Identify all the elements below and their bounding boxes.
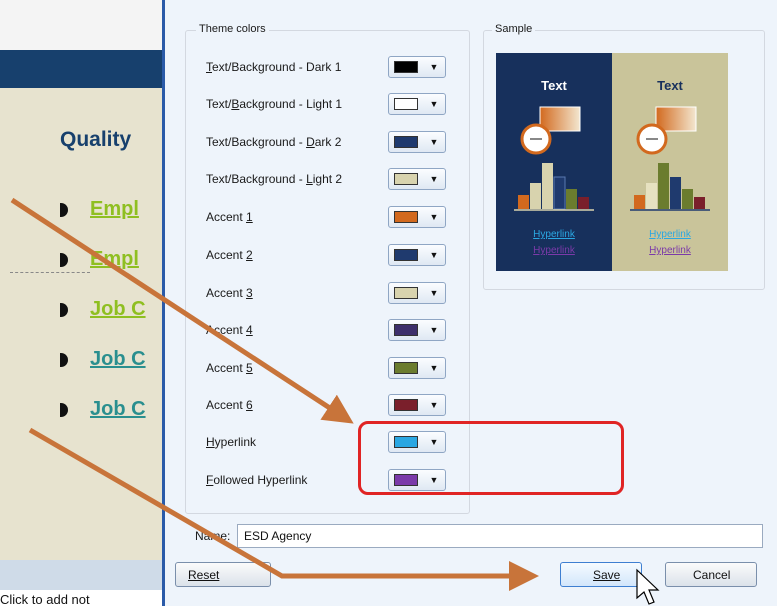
color-picker-accent-2[interactable]: ▼	[388, 244, 446, 266]
sample-hyperlink: Hyperlink	[649, 229, 691, 240]
sample-hyperlink: Hyperlink	[533, 229, 575, 240]
sample-label: Sample	[492, 23, 536, 35]
bullet-text: Job C	[90, 298, 146, 321]
bullet-text: Job C	[90, 398, 146, 421]
slide-body	[0, 88, 166, 560]
slide-bullet: Job C	[60, 348, 146, 371]
chevron-down-icon: ▼	[429, 325, 439, 335]
color-picker-accent-4[interactable]: ▼	[388, 319, 446, 341]
slide-bullet: Empl	[60, 248, 139, 271]
color-row-text-bg-dark1: Text/Background - Dark 1 ▼	[206, 56, 460, 78]
create-theme-colors-dialog: Theme colors Text/Background - Dark 1 ▼ …	[162, 0, 777, 606]
color-picker-accent-1[interactable]: ▼	[388, 206, 446, 228]
hyperlink-highlight-box	[358, 421, 624, 495]
notes-pane-text[interactable]: Click to add not	[0, 592, 170, 606]
color-picker-accent-3[interactable]: ▼	[388, 282, 446, 304]
slide-divider	[10, 272, 90, 273]
chevron-down-icon: ▼	[429, 62, 439, 72]
color-picker-text-bg-dark2[interactable]: ▼	[388, 131, 446, 153]
color-picker-text-bg-dark1[interactable]: ▼	[388, 56, 446, 78]
color-row-accent-1: Accent 1 ▼	[206, 206, 460, 228]
sample-text: Text	[657, 78, 683, 93]
sample-shapes-icon	[514, 106, 594, 211]
sample-followed-hyperlink: Hyperlink	[533, 245, 575, 256]
color-row-text-bg-light1: Text/Background - Light 1 ▼	[206, 93, 460, 115]
color-row-label: Text/Background - Light 1	[206, 97, 343, 111]
color-picker-accent-6[interactable]: ▼	[388, 394, 446, 416]
reset-button[interactable]: Reset	[175, 562, 271, 587]
color-swatch	[394, 173, 418, 185]
color-row-accent-6: Accent 6 ▼	[206, 394, 460, 416]
slide-title: Quality	[60, 128, 132, 151]
color-row-accent-2: Accent 2 ▼	[206, 244, 460, 266]
bullet-marker	[60, 302, 68, 317]
color-row-label: Accent 6	[206, 398, 253, 412]
color-picker-text-bg-light1[interactable]: ▼	[388, 93, 446, 115]
sample-dark-panel: Text Hyperlink Hyperlink	[496, 53, 612, 271]
bullet-text: Empl	[90, 198, 139, 221]
chevron-down-icon: ▼	[429, 288, 439, 298]
color-row-text-bg-dark2: Text/Background - Dark 2 ▼	[206, 131, 460, 153]
color-swatch	[394, 61, 418, 73]
cancel-button[interactable]: Cancel	[665, 562, 757, 587]
color-picker-text-bg-light2[interactable]: ▼	[388, 168, 446, 190]
bullet-marker	[60, 402, 68, 417]
chevron-down-icon: ▼	[429, 400, 439, 410]
color-row-label: Text/Background - Dark 2	[206, 135, 342, 149]
color-swatch	[394, 399, 418, 411]
theme-name-input[interactable]	[237, 524, 763, 548]
sample-followed-hyperlink: Hyperlink	[649, 245, 691, 256]
chevron-down-icon: ▼	[429, 137, 439, 147]
color-row-accent-3: Accent 3 ▼	[206, 282, 460, 304]
color-swatch	[394, 98, 418, 110]
color-swatch	[394, 287, 418, 299]
color-row-label: Followed Hyperlink	[206, 473, 308, 487]
sample-text: Text	[541, 78, 567, 93]
color-swatch	[394, 324, 418, 336]
slide-header-band	[0, 50, 166, 88]
color-swatch	[394, 362, 418, 374]
theme-colors-label: Theme colors	[196, 23, 269, 35]
color-picker-accent-5[interactable]: ▼	[388, 357, 446, 379]
color-row-label: Hyperlink	[206, 435, 257, 449]
chevron-down-icon: ▼	[429, 363, 439, 373]
color-row-label: Accent 3	[206, 286, 253, 300]
sample-shapes-icon	[630, 106, 710, 211]
color-row-label: Text/Background - Dark 1	[206, 60, 342, 74]
color-swatch	[394, 249, 418, 261]
save-button[interactable]: Save	[560, 562, 642, 587]
chevron-down-icon: ▼	[429, 99, 439, 109]
sample-light-panel: Text Hyperlink Hyperlink	[612, 53, 728, 271]
slide-top-area	[0, 0, 166, 50]
color-row-label: Accent 4	[206, 323, 253, 337]
slide-bottom-bar	[0, 560, 166, 590]
slide-preview: Quality Empl Empl Job C Job C Job C	[0, 0, 166, 590]
color-row-label: Accent 5	[206, 361, 253, 375]
color-row-label: Text/Background - Light 2	[206, 172, 343, 186]
bullet-text: Job C	[90, 348, 146, 371]
sample-group: Sample Text Hyperlink Hyperlink Text Hyp…	[483, 23, 765, 290]
chevron-down-icon: ▼	[429, 250, 439, 260]
color-row-label: Accent 2	[206, 248, 253, 262]
slide-bullet: Job C	[60, 398, 146, 421]
sample-preview: Text Hyperlink Hyperlink Text Hyperlink …	[496, 53, 742, 271]
bullet-marker	[60, 202, 68, 217]
color-row-label: Accent 1	[206, 210, 253, 224]
color-row-accent-4: Accent 4 ▼	[206, 319, 460, 341]
color-row-text-bg-light2: Text/Background - Light 2 ▼	[206, 168, 460, 190]
chevron-down-icon: ▼	[429, 212, 439, 222]
slide-bullet: Job C	[60, 298, 146, 321]
name-label: Name:	[195, 529, 231, 543]
bullet-text: Empl	[90, 248, 139, 271]
color-row-accent-5: Accent 5 ▼	[206, 357, 460, 379]
bullet-marker	[60, 352, 68, 367]
bullet-marker	[60, 252, 68, 267]
chevron-down-icon: ▼	[429, 174, 439, 184]
color-swatch	[394, 136, 418, 148]
color-swatch	[394, 211, 418, 223]
slide-bullet: Empl	[60, 198, 139, 221]
